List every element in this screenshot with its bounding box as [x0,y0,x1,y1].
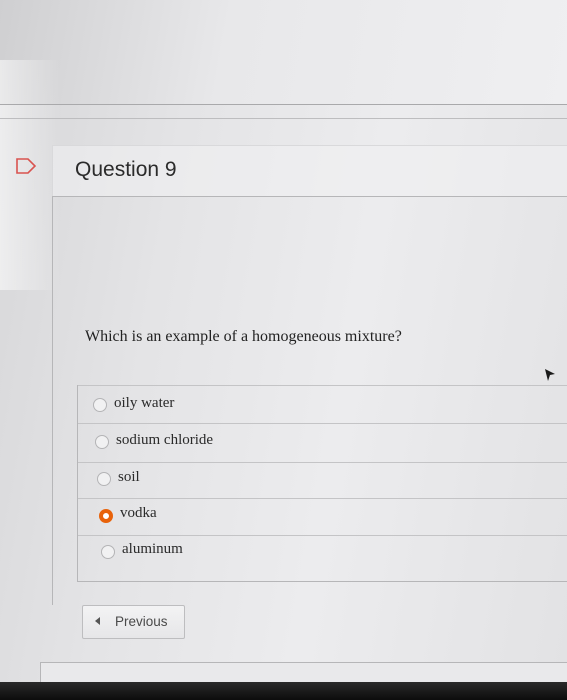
previous-label: Previous [115,614,168,629]
flag-icon[interactable] [15,158,37,174]
radio-button[interactable] [95,435,109,449]
mouse-pointer-icon [545,369,555,381]
radio-button[interactable] [97,472,111,486]
answer-list: oily water sodium chloride soil vodka al… [77,385,567,582]
next-panel-edge [40,662,567,682]
top-background [0,0,567,105]
divider-upper [0,118,567,119]
radio-button-selected[interactable] [99,509,113,523]
divider-top [0,104,567,105]
answer-label[interactable]: soil [118,469,140,486]
answer-label[interactable]: oily water [114,395,174,412]
answer-label[interactable]: aluminum [122,541,183,558]
answer-option-vodka[interactable]: vodka [78,498,567,535]
previous-button[interactable]: Previous [82,605,185,639]
monitor-bezel [0,682,567,700]
radio-button[interactable] [101,545,115,559]
answer-label[interactable]: sodium chloride [116,432,213,449]
answer-option-aluminum[interactable]: aluminum [78,535,567,572]
chevron-left-icon [95,617,100,625]
answer-option-sodium-chloride[interactable]: sodium chloride [78,423,567,460]
answer-option-oily-water[interactable]: oily water [78,385,567,422]
radio-button[interactable] [93,398,107,412]
answer-option-soil[interactable]: soil [78,462,567,499]
question-title: Question 9 [75,158,177,181]
answer-label[interactable]: vodka [120,505,157,522]
question-prompt: Which is an example of a homogeneous mix… [85,328,402,345]
screen-glare [0,60,60,290]
